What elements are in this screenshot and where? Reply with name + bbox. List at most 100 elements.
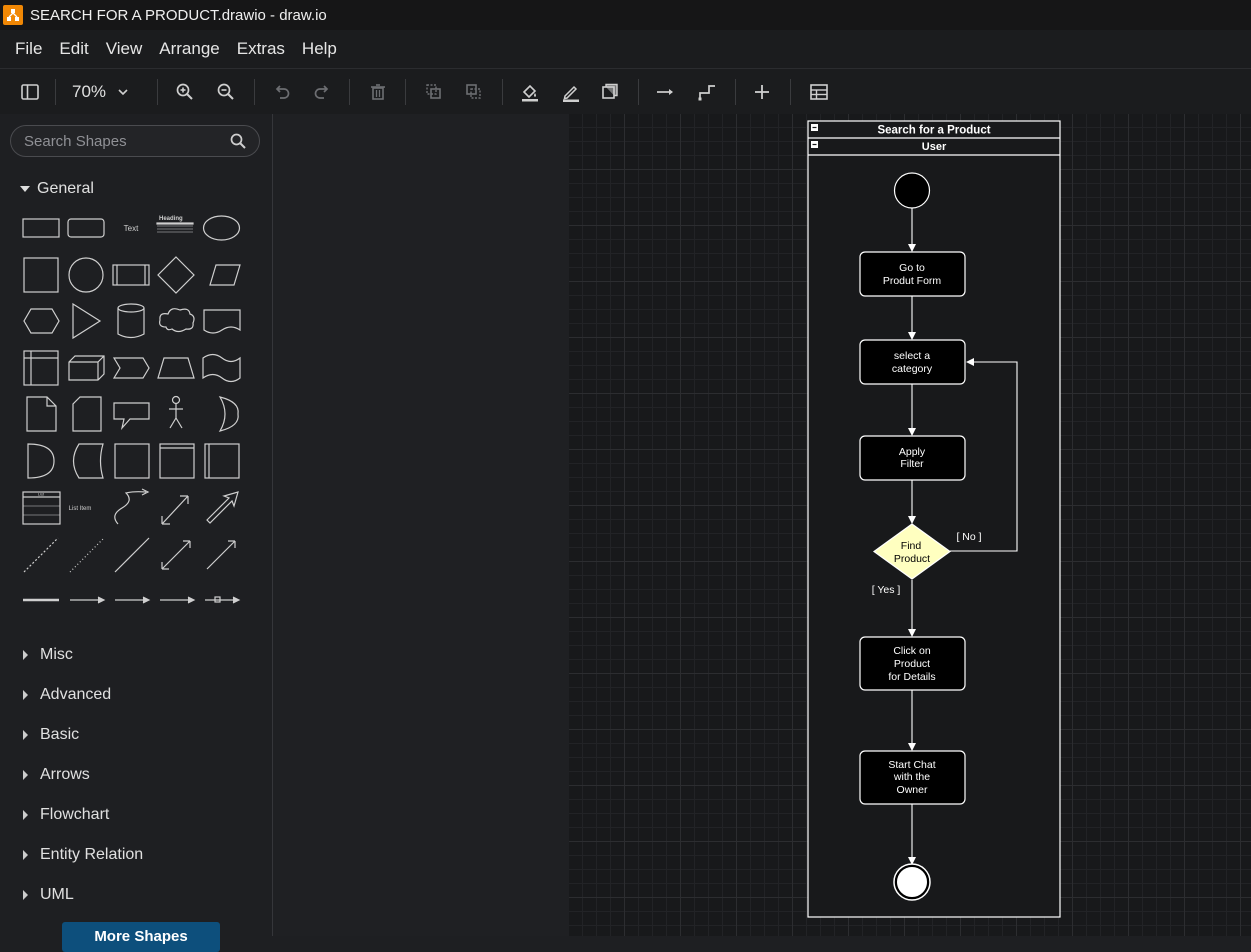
- toolbar-separator: [735, 79, 736, 105]
- search-shapes-input[interactable]: Search Shapes: [10, 125, 260, 157]
- section-general[interactable]: General: [20, 180, 94, 198]
- section-arrows[interactable]: Arrows: [20, 766, 90, 784]
- line-color-icon[interactable]: [559, 80, 583, 104]
- shape-note: [26, 396, 57, 432]
- shape-internal-storage: [23, 350, 59, 386]
- shape-heading-lines: [156, 222, 194, 225]
- window-title: SEARCH FOR A PRODUCT.drawio - draw.io: [30, 6, 327, 24]
- shape-heading-label[interactable]: Heading: [159, 216, 183, 222]
- initial-node[interactable]: [893, 172, 931, 209]
- menu-help[interactable]: Help: [302, 39, 337, 59]
- drawio-logo-icon: [3, 5, 23, 25]
- shape-trapezoid: [157, 357, 195, 379]
- toolbar: 70%: [0, 68, 1251, 115]
- section-misc[interactable]: Misc: [20, 646, 73, 664]
- shape-callout: [113, 402, 150, 431]
- shape-rectangle: [22, 218, 60, 238]
- decision-line1: Find: [901, 540, 922, 552]
- shape-card: [72, 396, 102, 432]
- menu-extras[interactable]: Extras: [237, 39, 285, 59]
- toolbar-separator: [790, 79, 791, 105]
- activity-diagram[interactable]: Search for a Product User Go to Produt F…: [569, 114, 1251, 936]
- action-click-line3: for Details: [888, 671, 935, 683]
- collapsed-triangle-icon: [23, 690, 28, 700]
- shape-bidirectional-arrow: [161, 495, 189, 525]
- section-label: Misc: [40, 646, 73, 663]
- shapes-sidebar: Search Shapes General Text Heading List …: [0, 114, 273, 952]
- edge-label-no: [ No ]: [956, 531, 981, 543]
- shape-circle: [68, 257, 104, 293]
- zoom-value: 70%: [72, 82, 107, 101]
- section-basic[interactable]: Basic: [20, 726, 79, 744]
- lane-title: User: [922, 141, 947, 153]
- delete-icon[interactable]: [366, 80, 390, 104]
- section-general-label: General: [37, 180, 94, 197]
- waypoints-icon[interactable]: [695, 80, 719, 104]
- to-back-icon[interactable]: [462, 80, 486, 104]
- edge-label-yes: [ Yes ]: [872, 584, 901, 596]
- expanded-triangle-icon: [20, 186, 30, 192]
- search-icon[interactable]: [229, 132, 247, 150]
- insert-plus-icon[interactable]: [750, 80, 774, 104]
- collapsed-triangle-icon: [23, 850, 28, 860]
- menu-bar: File Edit View Arrange Extras Help: [0, 30, 1251, 68]
- general-shapes-palette: Text Heading List List Item: [22, 215, 241, 604]
- title-bar: SEARCH FOR A PRODUCT.drawio - draw.io: [0, 0, 1251, 30]
- collapse-lane-icon[interactable]: [811, 141, 818, 148]
- shape-arrow: [206, 491, 239, 524]
- fill-color-icon[interactable]: [518, 80, 542, 104]
- action-select-category[interactable]: [859, 339, 966, 385]
- shape-ellipse: [202, 215, 241, 241]
- section-uml[interactable]: UML: [20, 886, 74, 904]
- undo-icon[interactable]: [270, 80, 294, 104]
- redo-icon[interactable]: [310, 80, 334, 104]
- toolbar-separator: [55, 79, 56, 105]
- collapsed-triangle-icon: [23, 650, 28, 660]
- action-apply-filter-line2: Filter: [900, 458, 924, 470]
- to-front-icon[interactable]: [422, 80, 446, 104]
- shape-actor: [171, 395, 181, 405]
- shadow-icon[interactable]: [598, 80, 622, 104]
- collapsed-triangle-icon: [23, 730, 28, 740]
- zoom-dropdown[interactable]: 70%: [72, 79, 130, 105]
- shape-or: [218, 396, 239, 432]
- connection-arrow-icon[interactable]: [654, 80, 678, 104]
- section-flowchart[interactable]: Flowchart: [20, 806, 109, 824]
- table-icon[interactable]: [807, 80, 831, 104]
- shape-container-vertical: [204, 443, 240, 479]
- action-start-chat-line3: Owner: [897, 784, 928, 796]
- sidebar-toggle-icon[interactable]: [18, 80, 42, 104]
- action-select-category-line1: select a: [894, 350, 930, 362]
- shape-step: [112, 357, 150, 379]
- collapse-pool-icon[interactable]: [811, 124, 818, 131]
- collapsed-triangle-icon: [23, 890, 28, 900]
- shape-delay: [27, 443, 55, 479]
- menu-arrange[interactable]: Arrange: [159, 39, 219, 59]
- toolbar-separator: [405, 79, 406, 105]
- section-label: UML: [40, 886, 74, 903]
- section-label: Advanced: [40, 686, 112, 703]
- section-entity-relation[interactable]: Entity Relation: [20, 846, 143, 864]
- shape-dotted-line: [69, 537, 105, 573]
- shape-text-label[interactable]: Text: [124, 224, 139, 233]
- action-go-to-form[interactable]: [859, 251, 966, 297]
- menu-edit[interactable]: Edit: [59, 39, 88, 59]
- shape-list-label[interactable]: List: [38, 492, 45, 497]
- menu-file[interactable]: File: [15, 39, 42, 59]
- more-shapes-button[interactable]: More Shapes: [62, 922, 220, 952]
- collapsed-triangle-icon: [23, 770, 28, 780]
- shape-hexagon: [23, 308, 60, 334]
- menu-view[interactable]: View: [106, 39, 143, 59]
- section-advanced[interactable]: Advanced: [20, 686, 111, 704]
- zoom-in-icon[interactable]: [173, 80, 197, 104]
- search-placeholder: Search Shapes: [24, 132, 127, 150]
- zoom-out-icon[interactable]: [214, 80, 238, 104]
- collapsed-triangle-icon: [23, 810, 28, 820]
- shape-document: [203, 309, 241, 334]
- shape-list-item-label[interactable]: List Item: [69, 506, 92, 512]
- pool-title: Search for a Product: [877, 125, 990, 137]
- toolbar-separator: [502, 79, 503, 105]
- shape-bidirectional-connector: [161, 540, 191, 570]
- action-select-category-line2: category: [892, 363, 933, 375]
- canvas-background[interactable]: [273, 114, 569, 936]
